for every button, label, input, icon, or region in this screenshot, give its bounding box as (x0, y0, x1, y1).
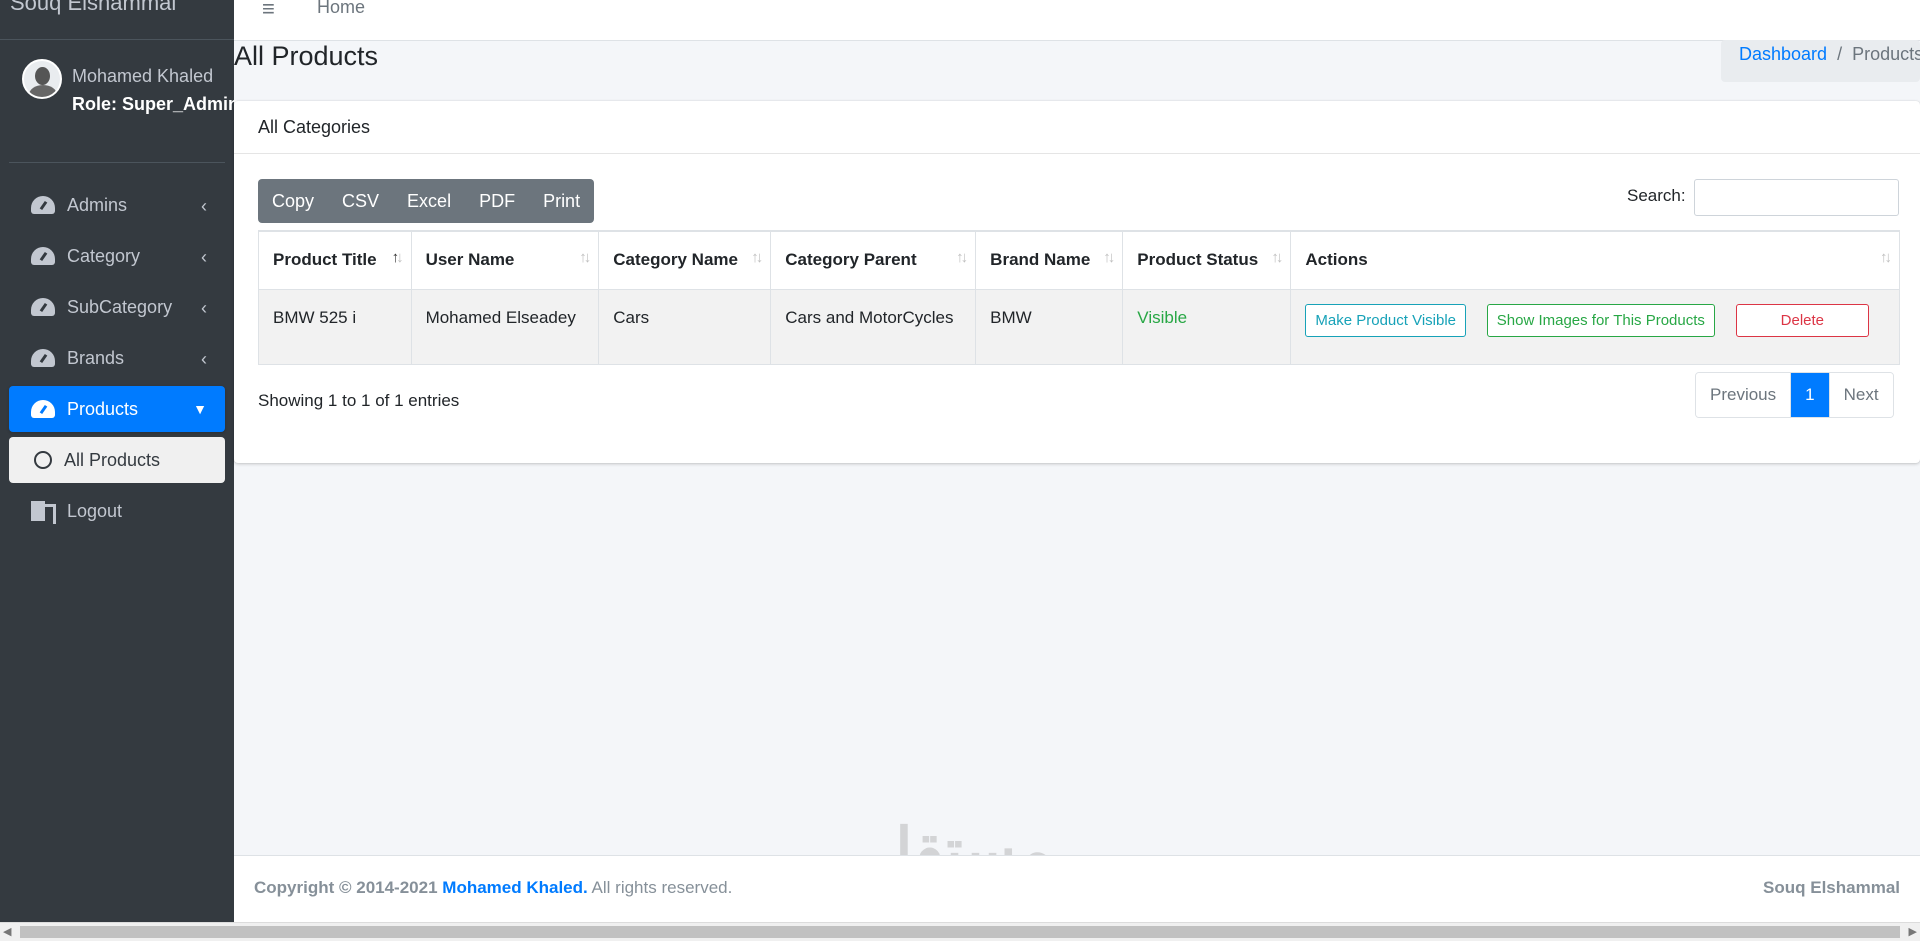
sidebar-item-products[interactable]: Products ▼ (9, 386, 225, 432)
scroll-right-arrow-icon[interactable]: ▶ (1909, 925, 1917, 938)
sidebar-item-label: All Products (64, 449, 161, 470)
door-icon (31, 501, 56, 524)
footer-copyright: Copyright © 2014-2021 (254, 878, 438, 897)
sidebar-item-brands[interactable]: Brands ‹ (9, 335, 225, 381)
breadcrumb-current: Products (1852, 44, 1920, 64)
make-product-visible-button[interactable]: Make Product Visible (1305, 303, 1467, 337)
csv-button[interactable]: CSV (328, 179, 393, 223)
sort-icon: ↑↓ (956, 249, 968, 266)
column-header-category-parent[interactable]: Category Parent ↑↓ (770, 230, 977, 290)
column-header-user-name[interactable]: User Name ↑↓ (410, 230, 600, 290)
table-row: BMW 525 i Mohamed Elseadey Cars Cars and… (258, 288, 1900, 365)
scrollbar-thumb[interactable] (20, 926, 1900, 938)
circle-icon (34, 451, 52, 469)
sidebar-item-logout[interactable]: Logout (9, 488, 225, 534)
breadcrumb-separator: / (1837, 44, 1843, 64)
sidebar-item-all-products[interactable]: All Products (9, 437, 225, 483)
user-role: Role: Super_Admin (72, 94, 240, 114)
pdf-button[interactable]: PDF (465, 179, 529, 223)
page-title: All Products (234, 41, 379, 71)
footer: Copyright © 2014-2021 Mohamed Khaled. Al… (234, 855, 1920, 922)
hamburger-menu-icon[interactable]: ≡ (262, 0, 275, 22)
page-1-button[interactable]: 1 (1790, 373, 1829, 417)
tachometer-icon (31, 399, 55, 419)
nav-home-link[interactable]: Home (317, 0, 365, 18)
sidebar-item-label: Brands (67, 347, 125, 368)
cell-product-title: BMW 525 i (258, 288, 412, 365)
footer-rights: All rights reserved. (591, 878, 733, 897)
cell-category-name: Cars (598, 288, 772, 365)
sidebar-item-label: Logout (67, 500, 123, 521)
sidebar: Souq Elshammal Mohamed Khaled Role: Supe… (0, 0, 239, 922)
card-title: All Categories (234, 101, 1920, 154)
show-images-button[interactable]: Show Images for This Products (1486, 303, 1715, 337)
cell-product-status: Visible (1122, 288, 1292, 365)
search-input[interactable] (1694, 179, 1899, 216)
previous-page-button[interactable]: Previous (1696, 373, 1791, 417)
user-panel: Mohamed Khaled Role: Super_Admin (22, 56, 239, 126)
table-header-row: Product Title ↑↓ User Name ↑↓ Category Nam… (258, 230, 1900, 290)
products-table: Product Title ↑↓ User Name ↑↓ Category Nam… (258, 230, 1900, 365)
cell-actions: Make Product Visible Show Images for Thi… (1290, 288, 1900, 365)
print-button[interactable]: Print (529, 179, 594, 223)
breadcrumb-dashboard-link[interactable]: Dashboard (1739, 44, 1827, 64)
column-header-product-title[interactable]: Product Title ↑↓ (258, 230, 412, 290)
cell-user-name: Mohamed Elseadey (410, 288, 600, 365)
cell-brand-name: BMW (975, 288, 1124, 365)
pagination: Previous 1 Next (1695, 372, 1894, 418)
chevron-left-icon: ‹ (201, 349, 207, 369)
top-navbar: ≡ Home (234, 0, 1920, 41)
breadcrumb: Dashboard / Products (1721, 40, 1920, 82)
sort-icon: ↑↓ (1103, 249, 1115, 266)
export-button-group: Copy CSV Excel PDF Print (258, 179, 595, 223)
chevron-left-icon: ‹ (201, 196, 207, 216)
sidebar-item-label: SubCategory (67, 296, 173, 317)
table-info: Showing 1 to 1 of 1 entries (258, 391, 460, 410)
sort-asc-icon: ↑↓ (391, 249, 404, 266)
delete-button[interactable]: Delete (1735, 303, 1869, 337)
user-name[interactable]: Mohamed Khaled (72, 66, 213, 87)
sort-icon: ↑↓ (1880, 249, 1892, 266)
products-card: All Categories Copy CSV Excel PDF Print … (234, 101, 1920, 463)
brand-link[interactable]: Souq Elshammal (0, 0, 234, 40)
search-label: Search: (1627, 186, 1686, 205)
sidebar-item-label: Category (67, 245, 141, 266)
footer-brand: Souq Elshammal (1763, 878, 1900, 897)
tachometer-icon (31, 348, 55, 368)
excel-button[interactable]: Excel (393, 179, 465, 223)
sort-icon: ↑↓ (1271, 249, 1283, 266)
sidebar-item-category[interactable]: Category ‹ (9, 233, 225, 279)
scroll-left-arrow-icon[interactable]: ◀ (3, 925, 11, 938)
footer-author-link[interactable]: Mohamed Khaled. (442, 878, 587, 897)
avatar (22, 59, 62, 99)
column-header-category-name[interactable]: Category Name ↑↓ (598, 230, 772, 290)
copy-button[interactable]: Copy (258, 179, 328, 223)
next-page-button[interactable]: Next (1828, 373, 1893, 417)
column-header-product-status[interactable]: Product Status ↑↓ (1122, 230, 1292, 290)
cell-category-parent: Cars and MotorCycles (770, 288, 977, 365)
sidebar-divider (9, 162, 225, 163)
sidebar-item-subcategory[interactable]: SubCategory ‹ (9, 284, 225, 330)
horizontal-scrollbar[interactable]: ◀ ▶ (0, 922, 1920, 941)
tachometer-icon (31, 246, 55, 266)
column-header-brand-name[interactable]: Brand Name ↑↓ (975, 230, 1124, 290)
sort-icon: ↑↓ (751, 249, 763, 266)
tachometer-icon (31, 195, 55, 215)
sidebar-item-label: Products (67, 398, 139, 419)
sidebar-item-admins[interactable]: Admins ‹ (9, 182, 225, 228)
status-visible-label: Visible (1137, 307, 1188, 327)
brand-text: Souq Elshammal (10, 0, 177, 15)
sort-icon: ↑↓ (579, 249, 591, 266)
tachometer-icon (31, 297, 55, 317)
column-header-actions[interactable]: Actions ↑↓ (1290, 230, 1900, 290)
chevron-left-icon: ‹ (201, 298, 207, 318)
sidebar-nav: Admins ‹ Category ‹ SubCategory ‹ Brands… (9, 182, 225, 539)
sidebar-item-label: Admins (67, 194, 128, 215)
chevron-down-icon: ▼ (193, 401, 207, 417)
chevron-left-icon: ‹ (201, 247, 207, 267)
